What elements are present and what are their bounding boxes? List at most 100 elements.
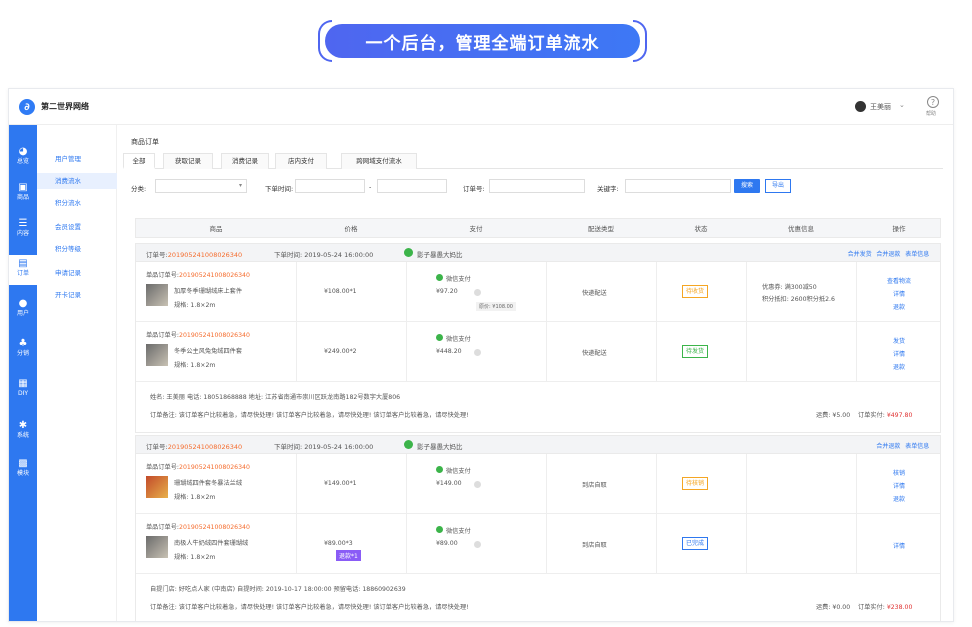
question-icon[interactable] bbox=[474, 481, 481, 488]
wechat-icon bbox=[404, 440, 413, 449]
order-number: 订单号:20190524100802634​0 bbox=[146, 443, 243, 451]
logo-icon: ∂ bbox=[19, 99, 35, 115]
sidebar-item-8[interactable]: ▩ 模块 bbox=[9, 455, 37, 485]
product-thumbnail[interactable] bbox=[146, 344, 168, 366]
admin-window: ∂ 第二世界网络 王美丽 ⌄ ? 帮助 ◕ 总览 ▣ 商品 ☰ 内容 ▤ 订单 ● 用户 ♣ 分销 ▦ D… bbox=[8, 88, 954, 622]
order-number-value[interactable]: 20190524100802634​0 bbox=[168, 251, 242, 259]
row-action-link[interactable]: 退款 bbox=[893, 362, 905, 371]
sidebar-item-5[interactable]: ♣ 分销 bbox=[9, 335, 37, 365]
search-button[interactable]: 搜索 bbox=[734, 179, 760, 193]
content-icon: ☰ bbox=[18, 218, 28, 229]
subnav-item-1[interactable]: 消费流水 bbox=[37, 173, 117, 189]
product-name[interactable]: 珊瑚绒四件套冬暴法兰绒 bbox=[174, 478, 242, 487]
order-header-link[interactable]: 合并退款 bbox=[876, 249, 900, 258]
sidebar-item-0[interactable]: ◕ 总览 bbox=[9, 143, 37, 173]
help-icon[interactable]: ? bbox=[927, 96, 939, 108]
start-time-input[interactable] bbox=[295, 179, 365, 193]
row-action-link[interactable]: 详情 bbox=[893, 289, 905, 298]
row-action-link[interactable]: 详情 bbox=[893, 541, 905, 550]
question-icon[interactable] bbox=[474, 541, 481, 548]
product-spec: 规格: 1.8×2m bbox=[174, 362, 216, 369]
order-header: 订单号:20190524100802634​0 下单时间: 2019-05-24 … bbox=[136, 436, 940, 454]
sidebar-item-label: 模块 bbox=[16, 470, 29, 477]
subnav-item-2[interactable]: 积分流水 bbox=[37, 195, 117, 211]
column-header: 状态 bbox=[694, 225, 708, 233]
column-header: 商品 bbox=[209, 225, 223, 233]
sidebar-item-4[interactable]: ● 用户 bbox=[9, 295, 37, 325]
sidebar-item-label: 内容 bbox=[16, 230, 29, 237]
order-header-link[interactable]: 合并发货 bbox=[848, 249, 872, 258]
status-badge: 已完成 bbox=[682, 537, 709, 550]
help-label[interactable]: 帮助 bbox=[926, 110, 936, 117]
sidebar-item-2[interactable]: ☰ 内容 bbox=[9, 215, 37, 245]
subnav-item-5[interactable]: 申请记录 bbox=[37, 265, 117, 281]
order-header-link[interactable]: 合并退款 bbox=[876, 441, 900, 450]
tab-2[interactable]: 消费记录 bbox=[221, 153, 269, 169]
tab-0[interactable]: 全部 bbox=[123, 153, 155, 169]
row-action-link[interactable]: 详情 bbox=[893, 349, 905, 358]
sub-order-number-value[interactable]: 20190524100802634​0 bbox=[179, 464, 250, 471]
row-action-link[interactable]: 查看物流 bbox=[887, 276, 911, 285]
row-action-link[interactable]: 退款 bbox=[893, 494, 905, 503]
question-icon[interactable] bbox=[474, 349, 481, 356]
status-badge: 待发货 bbox=[682, 345, 709, 358]
chart-pie-icon: ◕ bbox=[18, 146, 28, 157]
check-circle-icon bbox=[436, 466, 443, 473]
pay-method: 微信支付 bbox=[446, 336, 471, 343]
subnav-item-4[interactable]: 积分等级 bbox=[37, 241, 117, 257]
subnav-item-6[interactable]: 开卡记录 bbox=[37, 287, 117, 303]
sidebar-item-6[interactable]: ▦ DIY bbox=[9, 375, 37, 405]
product-thumbnail[interactable] bbox=[146, 284, 168, 306]
product-spec: 规格: 1.8×2m bbox=[174, 302, 216, 309]
sub-order-number-value[interactable]: 20190524100802634​0 bbox=[179, 272, 250, 279]
product-name[interactable]: 冬季公主风兔兔绒四件套 bbox=[174, 346, 242, 355]
order-header-link[interactable]: 表单信息 bbox=[905, 441, 929, 450]
column-header: 支付 bbox=[469, 225, 483, 233]
product-name[interactable]: 加厚冬季珊瑚绒床上套件 bbox=[174, 286, 242, 295]
chevron-down-icon[interactable]: ⌄ bbox=[899, 101, 905, 109]
category-select[interactable]: ▾ bbox=[155, 179, 247, 193]
settings-icon: ✱ bbox=[18, 420, 28, 431]
export-button[interactable]: 导出 bbox=[765, 179, 791, 193]
sidebar-item-7[interactable]: ✱ 系统 bbox=[9, 417, 37, 447]
sub-order-number: 单品订单号:20190524100802634​0 bbox=[146, 524, 250, 531]
sidebar-item-3[interactable]: ▤ 订单 bbox=[9, 255, 37, 285]
product-name[interactable]: 南极人牛奶绒四件套珊瑚绒 bbox=[174, 538, 248, 547]
row-action-link[interactable]: 核销 bbox=[893, 468, 905, 477]
check-circle-icon bbox=[436, 274, 443, 281]
row-action-link[interactable]: 发货 bbox=[893, 336, 905, 345]
subnav-item-3[interactable]: 会员设置 bbox=[37, 219, 117, 235]
order-header: 订单号:20190524100802634​0 下单时间: 2019-05-24 … bbox=[136, 244, 940, 262]
order-header-link[interactable]: 表单信息 bbox=[905, 249, 929, 258]
user-name[interactable]: 王美丽 bbox=[870, 102, 891, 112]
pay-method: 微信支付 bbox=[446, 468, 471, 475]
sub-order-number-value[interactable]: 20190524100802634​0 bbox=[179, 332, 250, 339]
avatar[interactable] bbox=[855, 101, 866, 112]
question-icon[interactable] bbox=[474, 289, 481, 296]
row-action-link[interactable]: 详情 bbox=[893, 481, 905, 490]
end-time-input[interactable] bbox=[377, 179, 447, 193]
item-price: ¥249.00*2 bbox=[324, 348, 357, 355]
sidebar-item-1[interactable]: ▣ 商品 bbox=[9, 179, 37, 209]
shop-name: 影子暴愚大妈比 bbox=[417, 251, 463, 259]
order-no-input[interactable] bbox=[489, 179, 585, 193]
tab-1[interactable]: 获取记录 bbox=[163, 153, 213, 169]
product-thumbnail[interactable] bbox=[146, 536, 168, 558]
breadcrumb: 商品订单 bbox=[131, 138, 159, 146]
column-header: 操作 bbox=[892, 225, 906, 233]
sub-order-number: 单品订单号:20190524100802634​0 bbox=[146, 332, 250, 339]
table-row: 单品订单号:20190524100802634​0 南极人牛奶绒四件套珊瑚绒 规格:… bbox=[136, 514, 940, 574]
order-number-value[interactable]: 20190524100802634​0 bbox=[168, 443, 242, 451]
status-badge: 待收货 bbox=[682, 285, 709, 298]
sub-order-number-value[interactable]: 20190524100802634​0 bbox=[179, 524, 250, 531]
tab-4[interactable]: 跨网域支付流水 bbox=[341, 153, 417, 169]
order-icon: ▤ bbox=[18, 258, 28, 269]
order-remark: 订单备注: 该订单客户比较着急，请尽快处理! 该订单客户比较着急，请尽快处理! … bbox=[150, 412, 469, 419]
column-header: 优惠信息 bbox=[788, 225, 814, 233]
subnav-item-0[interactable]: 用户管理 bbox=[37, 151, 117, 167]
tab-3[interactable]: 店内支付 bbox=[275, 153, 327, 169]
product-thumbnail[interactable] bbox=[146, 476, 168, 498]
keyword-input[interactable] bbox=[625, 179, 731, 193]
row-action-link[interactable]: 退款 bbox=[893, 302, 905, 311]
goods-icon: ▣ bbox=[18, 182, 28, 193]
